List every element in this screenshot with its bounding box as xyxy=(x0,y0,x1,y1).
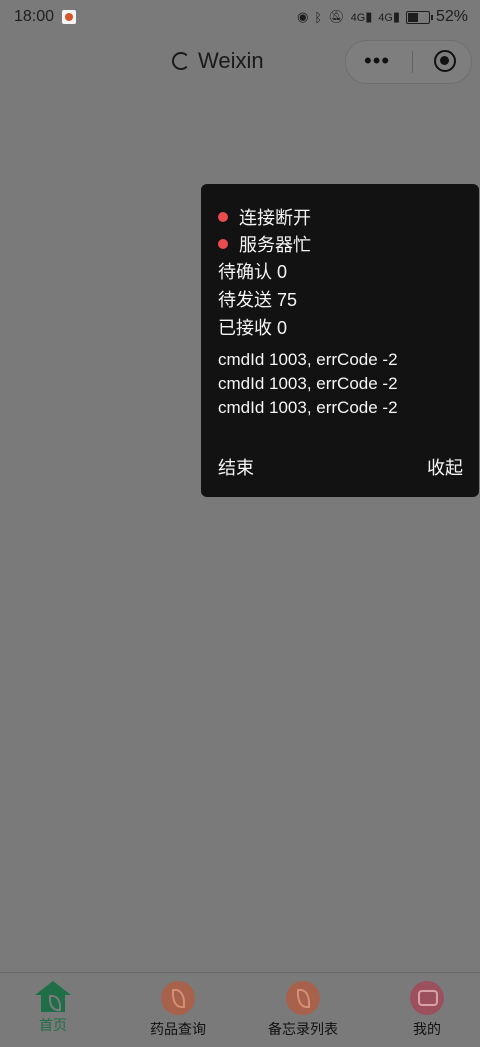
tab-home[interactable]: 首页 xyxy=(0,981,113,1035)
signal-icon-2: 4G▮ xyxy=(378,9,400,24)
navigation-bar: Weixin ••• xyxy=(0,40,480,84)
end-button[interactable]: 结束 xyxy=(218,454,254,480)
tab-label: 首页 xyxy=(39,1017,67,1033)
status-time: 18:00 xyxy=(14,8,55,25)
tab-mine[interactable]: 我的 xyxy=(367,981,480,1039)
signal-icon-1: 4G▮ xyxy=(350,9,373,24)
status-bar: 18:00 ◉ ᛒ 🔕︎ 4G▮ 4G▮ 52% xyxy=(0,0,480,36)
more-icon[interactable]: ••• xyxy=(364,50,390,72)
leaf-icon xyxy=(286,981,320,1015)
tab-drug-search[interactable]: 药品查询 xyxy=(118,981,238,1039)
home-icon xyxy=(35,981,71,1012)
tab-label: 备忘录列表 xyxy=(268,1021,338,1037)
counter-pending-confirm: 待确认 0 xyxy=(218,262,288,282)
log-line: cmdId 1003, errCode -2 xyxy=(218,350,398,369)
close-miniprogram-icon[interactable] xyxy=(434,50,456,72)
loading-spinner-icon xyxy=(172,52,190,70)
bottom-tab-bar: 首页 药品查询 备忘录列表 我的 xyxy=(0,972,480,1047)
status-dot-icon xyxy=(218,212,228,222)
tab-label: 药品查询 xyxy=(150,1021,206,1037)
log-line: cmdId 1003, errCode -2 xyxy=(218,374,398,393)
app-notification-icon xyxy=(62,10,76,24)
tab-label: 我的 xyxy=(413,1021,441,1037)
menu-capsule: ••• xyxy=(345,40,472,84)
leaf-icon xyxy=(161,981,195,1015)
bluetooth-icon: ᛒ xyxy=(314,9,323,25)
debug-panel: 连接断开 服务器忙 待确认 0 待发送 75 已接收 0 cmdId 1003,… xyxy=(201,184,479,497)
tab-memo-list[interactable]: 备忘录列表 xyxy=(243,981,363,1039)
stroller-icon xyxy=(410,981,444,1015)
status-dot-icon xyxy=(218,239,228,249)
log-line: cmdId 1003, errCode -2 xyxy=(218,398,398,417)
counter-pending-send: 待发送 75 xyxy=(218,290,298,310)
battery-icon xyxy=(405,10,433,24)
collapse-button[interactable]: 收起 xyxy=(427,454,463,480)
battery-percent: 52% xyxy=(435,8,468,25)
status-item-disconnected: 连接断开 xyxy=(218,204,311,230)
mute-icon: 🔕︎ xyxy=(328,9,345,24)
capsule-divider xyxy=(412,51,413,73)
counter-received: 已接收 0 xyxy=(218,318,288,338)
page-title-group: Weixin xyxy=(172,48,264,74)
status-icons: ◉ ᛒ 🔕︎ 4G▮ 4G▮ 52% xyxy=(297,8,468,26)
page-title: Weixin xyxy=(198,48,264,73)
eye-icon: ◉ xyxy=(297,9,309,24)
status-item-server-busy: 服务器忙 xyxy=(218,231,311,257)
